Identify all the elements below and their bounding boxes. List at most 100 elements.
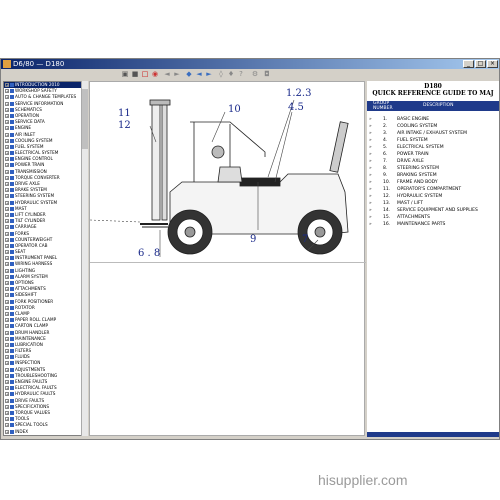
quickref-item[interactable]: » 2. COOLING SYSTEM [367, 124, 499, 130]
book-icon [10, 144, 14, 149]
expand-icon[interactable]: + [5, 299, 9, 304]
quickref-item[interactable]: » 4. FUEL SYSTEM [367, 138, 499, 144]
quickref-item[interactable]: » 6. POWER TRAIN [367, 152, 499, 158]
open-icon[interactable]: ▣ [121, 70, 129, 78]
print-icon[interactable]: ■ [131, 70, 139, 78]
expand-icon[interactable]: + [5, 256, 9, 261]
expand-icon[interactable]: + [5, 231, 9, 236]
expand-icon[interactable]: + [5, 262, 9, 267]
expand-icon[interactable]: + [5, 243, 9, 248]
expand-icon[interactable]: + [5, 386, 9, 391]
expand-icon[interactable]: + [5, 175, 9, 180]
quickref-item[interactable]: » 8. STEERING SYSTEM [367, 166, 499, 172]
quickref-item[interactable]: » 12. HYDRAULIC SYSTEM [367, 194, 499, 200]
expand-icon[interactable]: + [5, 293, 9, 298]
quickref-item-label: FUEL SYSTEM [397, 138, 428, 143]
expand-icon[interactable]: + [5, 410, 9, 415]
expand-icon[interactable]: + [5, 169, 9, 174]
expand-icon[interactable]: + [5, 305, 9, 310]
quickref-item[interactable]: » 5. ELECTRICAL SYSTEM [367, 145, 499, 151]
expand-icon[interactable]: + [5, 318, 9, 323]
expand-icon[interactable]: + [5, 336, 9, 341]
close-button[interactable]: × [487, 60, 498, 68]
minimize-button[interactable]: _ [463, 60, 474, 68]
expand-icon[interactable]: + [5, 83, 9, 87]
arrow-icon: » [369, 187, 372, 192]
expand-icon[interactable]: + [5, 355, 9, 360]
expand-icon[interactable]: + [5, 194, 9, 199]
tree-item[interactable]: + INDEX [4, 429, 82, 435]
expand-icon[interactable]: + [5, 342, 9, 347]
home-icon[interactable]: ◆ [185, 70, 193, 78]
quickref-item[interactable]: » 10. FRAME AND BODY [367, 180, 499, 186]
quickref-item[interactable]: » 11. OPERATOR'S COMPARTMENT [367, 187, 499, 193]
help-icon[interactable]: ? [237, 70, 245, 78]
expand-icon[interactable]: + [5, 392, 9, 397]
expand-icon[interactable]: + [5, 107, 9, 112]
quickref-item[interactable]: » 13. MAST / LIFT [367, 201, 499, 207]
expand-icon[interactable]: + [5, 281, 9, 285]
expand-icon[interactable]: + [5, 268, 9, 273]
next-icon[interactable]: ► [205, 70, 213, 78]
bookmark-icon[interactable]: ♦ [227, 70, 235, 78]
expand-icon[interactable]: + [5, 182, 9, 186]
expand-icon[interactable]: + [5, 417, 9, 422]
expand-icon[interactable]: + [5, 157, 9, 162]
expand-icon[interactable]: + [5, 287, 9, 292]
quickref-item-number: 4. [383, 138, 388, 143]
expand-icon[interactable]: + [5, 206, 9, 211]
scrollbar-thumb[interactable] [82, 89, 88, 149]
expand-icon[interactable]: + [5, 113, 9, 118]
copy-icon[interactable]: □ [141, 70, 149, 78]
expand-icon[interactable]: + [5, 367, 9, 372]
back-icon[interactable]: ◄ [163, 70, 171, 78]
callout-7: 7 [302, 234, 309, 245]
quickref-item[interactable]: » 1. BASIC ENGINE [367, 117, 499, 123]
expand-icon[interactable]: + [5, 398, 9, 403]
expand-icon[interactable]: + [5, 188, 9, 193]
expand-icon[interactable]: + [5, 151, 9, 156]
tree-scrollbar[interactable] [81, 81, 88, 436]
expand-icon[interactable]: + [5, 429, 9, 434]
expand-icon[interactable]: + [5, 101, 9, 106]
expand-icon[interactable]: + [5, 237, 9, 242]
expand-icon[interactable]: + [5, 219, 9, 224]
expand-icon[interactable]: + [5, 120, 9, 125]
expand-icon[interactable]: + [5, 89, 9, 94]
expand-icon[interactable]: + [5, 380, 9, 384]
expand-icon[interactable]: + [5, 126, 9, 131]
expand-icon[interactable]: + [5, 404, 9, 409]
exit-icon[interactable]: ◘ [263, 70, 271, 78]
zoom-icon[interactable]: ◉ [151, 70, 159, 78]
quickref-item[interactable]: » 16. MAINTENANCE PARTS [367, 222, 499, 228]
quickref-item[interactable]: » 3. AIR INTAKE / EXHAUST SYSTEM [367, 131, 499, 137]
expand-icon[interactable]: + [5, 423, 9, 428]
expand-icon[interactable]: + [5, 250, 9, 255]
contents-tree[interactable]: + INTRODUCTION 2010 + WORKSHOP SAFETY + AUTO … [3, 81, 83, 436]
settings-icon[interactable]: ⚙ [251, 70, 259, 78]
quickref-item[interactable]: » 15. ATTACHMENTS [367, 215, 499, 221]
tree-item-label: POWER TRAIN [15, 162, 45, 168]
maximize-button[interactable]: □ [475, 60, 486, 68]
expand-icon[interactable]: + [5, 144, 9, 149]
expand-icon[interactable]: + [5, 138, 9, 143]
expand-icon[interactable]: + [5, 274, 9, 279]
expand-icon[interactable]: + [5, 311, 9, 316]
quickref-item[interactable]: » 7. DRIVE AXLE [367, 159, 499, 165]
expand-icon[interactable]: + [5, 324, 9, 329]
expand-icon[interactable]: + [5, 132, 9, 137]
expand-icon[interactable]: + [5, 373, 9, 378]
quickref-item[interactable]: » 14. SERVICE EQUIPMENT AND SUPPLIES [367, 208, 499, 214]
expand-icon[interactable]: + [5, 212, 9, 217]
forward-icon[interactable]: ► [173, 70, 181, 78]
expand-icon[interactable]: + [5, 225, 9, 230]
expand-icon[interactable]: + [5, 361, 9, 366]
expand-icon[interactable]: + [5, 95, 9, 100]
expand-icon[interactable]: + [5, 200, 9, 205]
expand-icon[interactable]: + [5, 330, 9, 335]
find-icon[interactable]: ◊ [217, 70, 225, 78]
prev-icon[interactable]: ◄ [195, 70, 203, 78]
expand-icon[interactable]: + [5, 349, 9, 354]
quickref-item[interactable]: » 9. BRAKING SYSTEM [367, 173, 499, 179]
expand-icon[interactable]: + [5, 163, 9, 168]
